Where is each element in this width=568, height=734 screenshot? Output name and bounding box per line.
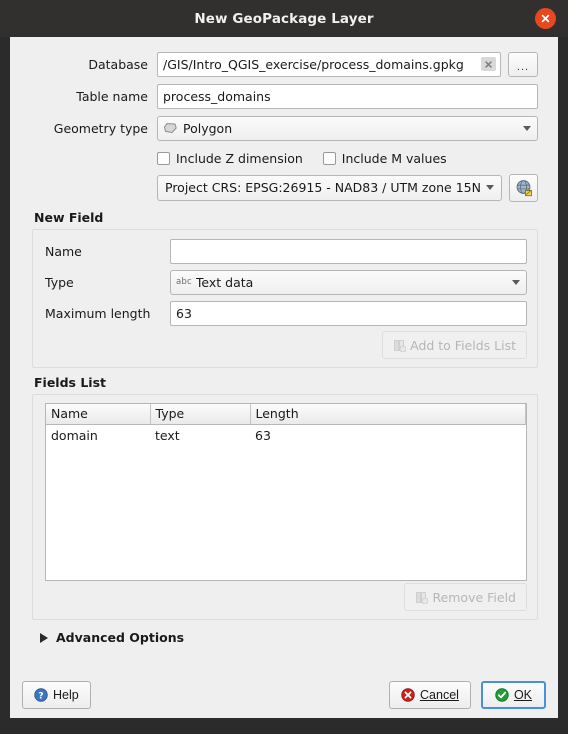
ok-icon <box>495 687 509 702</box>
add-field-icon <box>394 339 407 352</box>
new-field-groupbox: Name Type abc Text data Maximum length 6… <box>32 229 538 368</box>
svg-text:?: ? <box>38 691 43 701</box>
include-m-checkbox[interactable] <box>322 151 336 165</box>
select-crs-button[interactable] <box>509 173 538 202</box>
help-icon: ? <box>34 687 48 702</box>
field-type-combobox[interactable]: abc Text data <box>170 269 527 295</box>
dimension-options-row: Include Z dimension Include M values <box>157 147 538 169</box>
close-button[interactable] <box>535 8 556 29</box>
table-header-row: Name Type Length <box>46 404 526 425</box>
help-button[interactable]: ? Help <box>22 680 91 709</box>
crs-row: Project CRS: EPSG:26915 - NAD83 / UTM zo… <box>157 173 538 202</box>
crs-value: Project CRS: EPSG:26915 - NAD83 / UTM zo… <box>165 180 481 195</box>
cell-field-length: 63 <box>255 427 271 443</box>
database-input[interactable]: /GIS/Intro_QGIS_exercise/process_domains… <box>157 51 501 77</box>
add-to-fields-list-label: Add to Fields List <box>410 337 516 353</box>
field-type-label: Type <box>45 274 74 290</box>
cancel-label: Cancel <box>420 687 459 702</box>
fields-list-group-title: Fields List <box>34 375 106 390</box>
remove-field-icon <box>416 591 429 604</box>
globe-edit-icon <box>516 179 532 196</box>
dialog-body: Database /GIS/Intro_QGIS_exercise/proces… <box>10 37 558 718</box>
add-field-row: Add to Fields List <box>45 331 527 359</box>
max-length-row: Maximum length 63 <box>45 300 527 326</box>
advanced-options-label: Advanced Options <box>56 630 185 645</box>
title-bar: New GeoPackage Layer <box>0 0 568 37</box>
ok-button[interactable]: OK <box>480 680 546 709</box>
chevron-down-icon <box>512 279 520 285</box>
geometry-type-value: Polygon <box>183 120 233 136</box>
new-field-group-title: New Field <box>34 210 104 225</box>
geometry-type-label: Geometry type <box>53 120 148 136</box>
polygon-icon <box>164 122 177 133</box>
geometry-type-combobox[interactable]: Polygon <box>157 115 538 141</box>
max-length-value: 63 <box>176 305 192 321</box>
field-name-row: Name <box>45 238 527 264</box>
field-type-row: Type abc Text data <box>45 269 527 295</box>
fields-list-groupbox: Name Type Length domain text 63 Remove F… <box>32 394 538 620</box>
help-label: Help <box>53 687 79 702</box>
dialog-content: Database /GIS/Intro_QGIS_exercise/proces… <box>10 37 558 671</box>
table-name-row: Table name process_domains <box>32 83 538 109</box>
dialog-footer: ? Help Cancel OK <box>10 671 558 718</box>
fields-table: Name Type Length domain text 63 <box>46 404 526 446</box>
include-z-checkbox[interactable] <box>157 151 170 165</box>
database-value: /GIS/Intro_QGIS_exercise/process_domains… <box>163 56 464 72</box>
table-name-value: process_domains <box>163 88 271 104</box>
field-name-label: Name <box>45 243 82 259</box>
clear-icon[interactable] <box>481 57 496 71</box>
table-name-input[interactable]: process_domains <box>157 83 538 109</box>
remove-field-button[interactable]: Remove Field <box>404 583 527 611</box>
browse-database-button[interactable]: ... <box>508 51 538 77</box>
field-name-input[interactable] <box>170 238 527 264</box>
include-z-label[interactable]: Include Z dimension <box>176 151 303 166</box>
crs-combobox[interactable]: Project CRS: EPSG:26915 - NAD83 / UTM zo… <box>157 174 502 201</box>
remove-field-label: Remove Field <box>432 589 516 605</box>
chevron-right-icon <box>40 632 48 643</box>
include-m-label[interactable]: Include M values <box>342 151 447 166</box>
fields-table-container[interactable]: Name Type Length domain text 63 <box>45 403 527 581</box>
new-geopackage-layer-dialog: New GeoPackage Layer Database /GIS/Intro… <box>0 0 568 734</box>
cancel-button[interactable]: Cancel <box>389 680 471 709</box>
geometry-type-row: Geometry type Polygon <box>32 115 538 141</box>
column-header-length[interactable]: Length <box>250 404 526 425</box>
cancel-icon <box>401 687 415 702</box>
database-label: Database <box>88 56 148 72</box>
cell-field-name: domain <box>51 427 98 443</box>
advanced-options-toggle[interactable]: Advanced Options <box>40 630 538 645</box>
chevron-down-icon <box>485 185 494 190</box>
ok-label: OK <box>513 687 532 702</box>
dialog-title: New GeoPackage Layer <box>194 10 374 27</box>
cell-field-type: text <box>155 427 180 443</box>
column-header-type[interactable]: Type <box>150 404 251 425</box>
database-row: Database /GIS/Intro_QGIS_exercise/proces… <box>32 51 538 77</box>
close-icon <box>541 14 550 23</box>
add-to-fields-list-button[interactable]: Add to Fields List <box>382 331 527 359</box>
table-row[interactable]: domain text 63 <box>46 425 526 446</box>
remove-field-row: Remove Field <box>45 583 527 611</box>
column-header-name[interactable]: Name <box>46 404 151 425</box>
table-name-label: Table name <box>76 88 148 104</box>
max-length-input[interactable]: 63 <box>170 300 527 326</box>
abc-text-icon: abc <box>176 277 192 287</box>
chevron-down-icon <box>523 125 531 131</box>
field-type-value: Text data <box>195 274 254 290</box>
max-length-label: Maximum length <box>45 305 151 321</box>
